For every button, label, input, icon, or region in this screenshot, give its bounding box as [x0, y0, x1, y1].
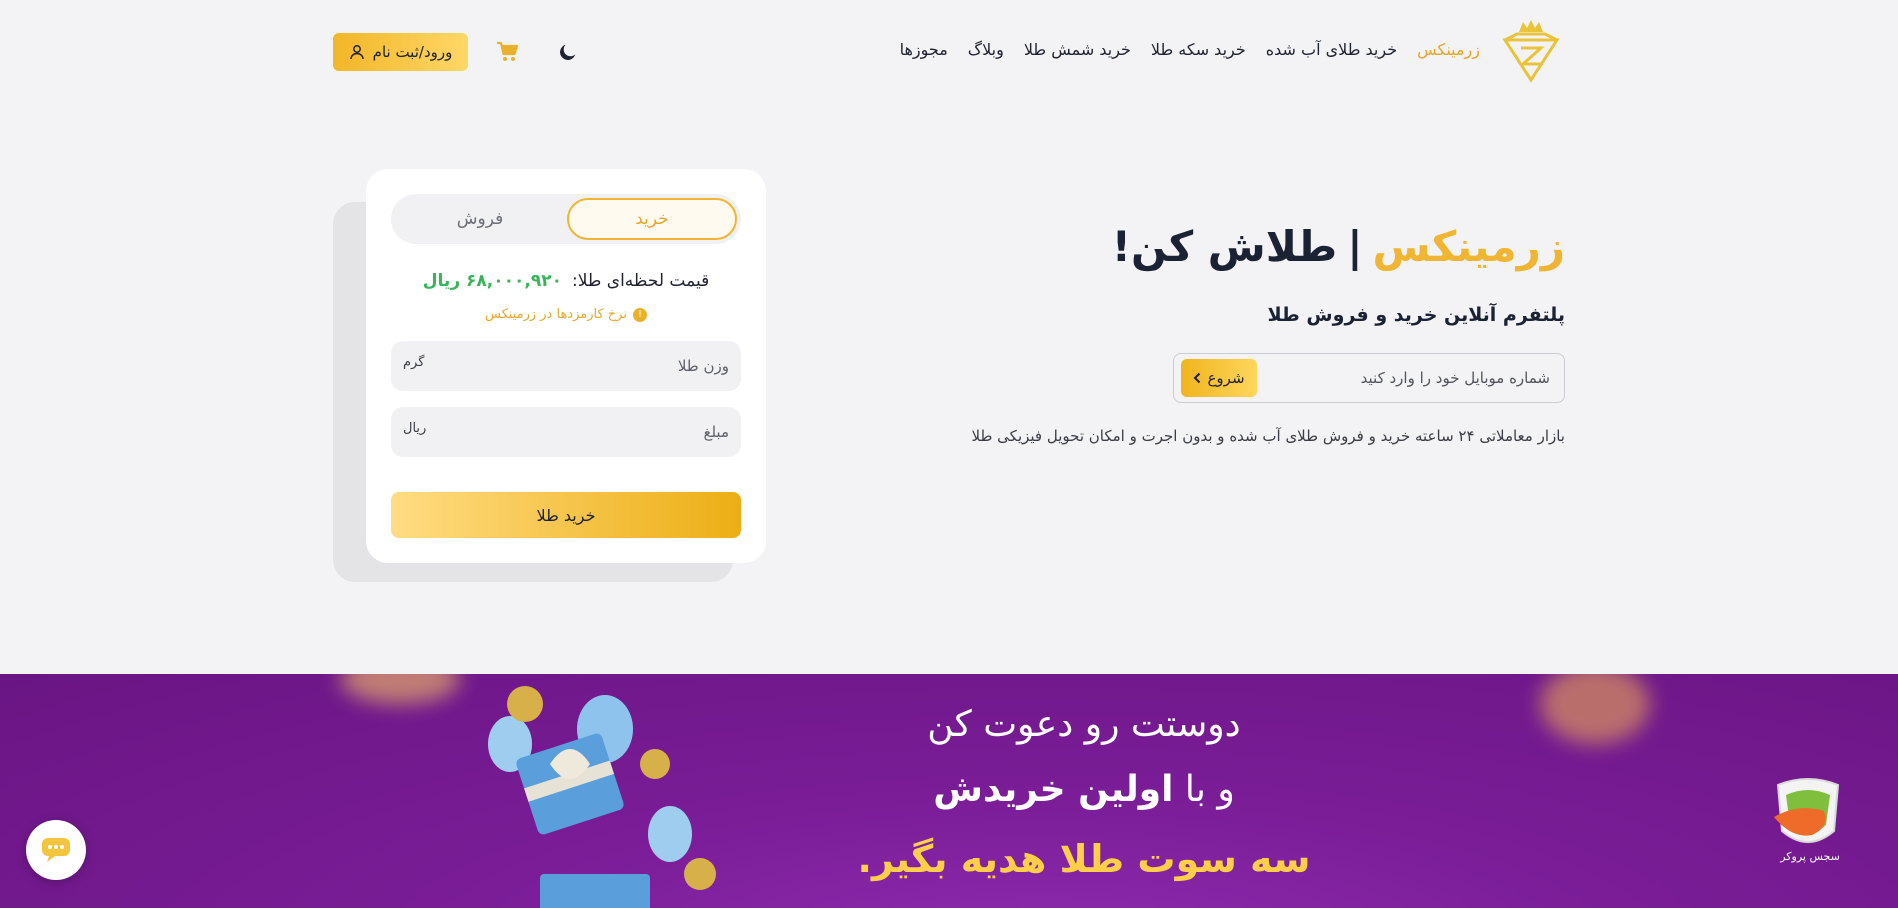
amount-unit: ریال: [403, 421, 427, 436]
live-price: قیمت لحظه‌ای طلا: ۶۸,۰۰۰,۹۲۰ ریال: [366, 271, 766, 291]
buy-gold-button[interactable]: خرید طلا: [391, 492, 741, 538]
price-value: ۶۸,۰۰۰,۹۲۰ ریال: [422, 271, 562, 291]
fee-link[interactable]: ! نرخ کارمزدها در زرمینکس: [366, 307, 766, 322]
login-label: ورود/ثبت نام: [372, 43, 453, 61]
badge-caption: سجس پروکر: [1780, 850, 1840, 863]
main-nav: زرمینکس خرید طلای آب شده خرید سکه طلا خر…: [900, 40, 1480, 59]
hero-brand: زرمینکس: [1372, 222, 1565, 271]
phone-signup-box: شروع: [1173, 353, 1565, 403]
banner-line-2-bold: اولین خریدش: [933, 769, 1174, 810]
title-separator: |: [1347, 222, 1363, 271]
weight-field: گرم: [391, 341, 741, 391]
weight-input[interactable]: [469, 353, 729, 379]
banner-line-1: دوستت رو دعوت کن: [927, 704, 1241, 745]
cart-button[interactable]: [495, 40, 521, 64]
nav-item-blog[interactable]: وبلاگ: [968, 40, 1004, 59]
price-label: قیمت لحظه‌ای طلا:: [571, 271, 710, 291]
hero-slogan: طلاش کن!: [1111, 222, 1338, 271]
nav-item-melted-gold[interactable]: خرید طلای آب شده: [1266, 40, 1397, 59]
phone-input[interactable]: [1300, 364, 1550, 392]
login-register-button[interactable]: ورود/ثبت نام: [333, 33, 468, 71]
chevron-left-icon: [1194, 372, 1201, 384]
tab-sell[interactable]: فروش: [395, 198, 565, 240]
chat-bubble-icon: [42, 838, 70, 862]
start-label: شروع: [1207, 369, 1245, 387]
nav-item-licenses[interactable]: مجوزها: [900, 40, 948, 59]
site-header: زرمینکس خرید طلای آب شده خرید سکه طلا خر…: [0, 0, 1898, 100]
hero-subtitle: پلتفرم آنلاین خرید و فروش طلا: [1267, 304, 1566, 326]
hero-title: زرمینکس|طلاش کن!: [1112, 222, 1565, 271]
nav-item-home[interactable]: زرمینکس: [1417, 40, 1480, 59]
amount-input[interactable]: [469, 419, 729, 445]
trade-tabs: خرید فروش: [391, 194, 741, 244]
banner-line-2-prefix: و با: [1184, 769, 1235, 810]
fee-link-label: نرخ کارمزدها در زرمینکس: [485, 307, 627, 322]
weight-unit: گرم: [403, 355, 425, 370]
amount-field: ریال: [391, 407, 741, 457]
user-icon: [349, 45, 364, 60]
blurred-coin: [340, 674, 460, 704]
trade-card: خرید فروش قیمت لحظه‌ای طلا: ۶۸,۰۰۰,۹۲۰ ر…: [366, 169, 766, 563]
info-icon: !: [632, 307, 647, 322]
nav-item-gold-coin[interactable]: خرید سکه طلا: [1151, 40, 1246, 59]
hero-description: بازار معاملاتی ۲۴ ساعته خرید و فروش طلای…: [971, 427, 1566, 445]
theme-toggle[interactable]: [556, 40, 580, 64]
moon-icon: [560, 44, 576, 60]
crown-diamond-logo[interactable]: [1497, 18, 1565, 86]
tab-buy[interactable]: خرید: [567, 198, 737, 240]
banner-line-3: سه سوت طلا هدیه بگیر.: [857, 837, 1311, 881]
chat-button[interactable]: [26, 820, 86, 880]
start-button[interactable]: شروع: [1181, 359, 1257, 397]
cart-icon: [497, 41, 519, 61]
nav-item-gold-bar[interactable]: خرید شمش طلا: [1024, 40, 1131, 59]
banner-line-2: و با اولین خریدش: [0, 769, 1898, 810]
promo-banner[interactable]: دوستت رو دعوت کن و با اولین خریدش سه سوت…: [0, 674, 1898, 908]
